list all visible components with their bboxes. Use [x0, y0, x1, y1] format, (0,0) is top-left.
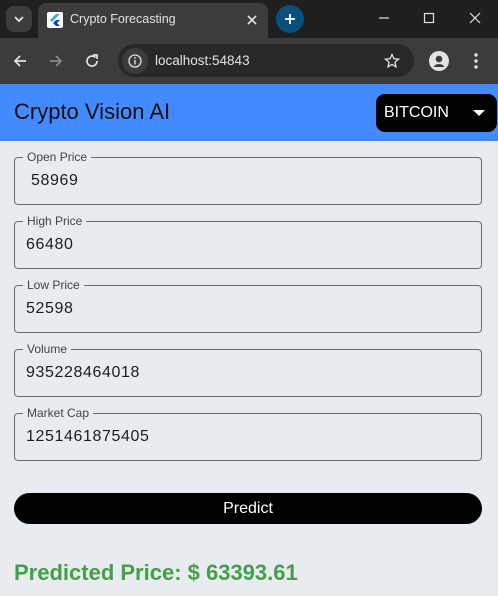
- profile-button[interactable]: [428, 50, 450, 72]
- predicted-price-text: Predicted Price: $ 63393.61: [14, 560, 298, 585]
- low-price-label: Low Price: [23, 277, 84, 293]
- bookmark-button[interactable]: [382, 51, 402, 71]
- market-cap-label: Market Cap: [23, 405, 94, 421]
- volume-value: 935228464018: [26, 364, 140, 381]
- market-cap-value: 1251461875405: [26, 428, 150, 445]
- arrow-right-icon: [50, 55, 63, 67]
- url-text: localhost:54843: [155, 53, 250, 68]
- volume-label: Volume: [23, 341, 72, 357]
- browser-menu-button[interactable]: [466, 50, 486, 72]
- tab-title: Crypto Forecasting: [70, 12, 176, 26]
- low-price-field[interactable]: Low Price 52598: [14, 277, 482, 333]
- high-price-value: 66480: [26, 236, 74, 253]
- reload-button[interactable]: [77, 46, 107, 76]
- coin-dropdown[interactable]: BITCOIN: [376, 94, 497, 132]
- info-icon: [128, 54, 142, 68]
- open-price-label: Open Price: [23, 149, 92, 165]
- window-close-button[interactable]: [453, 0, 497, 36]
- dropdown-arrow-icon: [473, 110, 485, 116]
- more-vert-icon: [474, 53, 478, 69]
- minimize-button[interactable]: [362, 0, 406, 36]
- star-icon: [384, 53, 400, 69]
- browser-tab[interactable]: Crypto Forecasting: [38, 3, 268, 38]
- profile-icon: [429, 51, 449, 71]
- high-price-field[interactable]: High Price 66480: [14, 213, 482, 269]
- low-price-value: 52598: [26, 300, 74, 317]
- coin-selected-label: BITCOIN: [384, 104, 449, 121]
- new-tab-button[interactable]: [276, 5, 304, 33]
- flutter-favicon-icon: [47, 12, 63, 28]
- plus-icon: [285, 14, 295, 24]
- chevron-down-icon: [14, 16, 24, 23]
- site-info-button[interactable]: [122, 48, 148, 74]
- tab-search-button[interactable]: [6, 6, 32, 32]
- volume-field[interactable]: Volume 935228464018: [14, 341, 482, 397]
- browser-toolbar: localhost:54843: [0, 38, 498, 84]
- reload-icon: [86, 54, 98, 67]
- open-price-value: 58969: [31, 172, 79, 189]
- predict-button[interactable]: Predict: [14, 493, 482, 524]
- back-button[interactable]: [5, 46, 35, 76]
- form-area: Open Price 58969 High Price 66480 Low Pr…: [0, 141, 498, 596]
- app-bar: Crypto Vision AI BITCOIN: [0, 84, 498, 141]
- browser-tab-strip: Crypto Forecasting: [0, 0, 498, 38]
- high-price-label: High Price: [23, 213, 87, 229]
- forward-button[interactable]: [41, 46, 71, 76]
- maximize-icon: [423, 12, 435, 24]
- minimize-icon: [379, 17, 389, 19]
- maximize-button[interactable]: [407, 0, 451, 36]
- tab-close-button[interactable]: [242, 10, 262, 30]
- market-cap-field[interactable]: Market Cap 1251461875405: [14, 405, 482, 461]
- address-bar[interactable]: localhost:54843: [118, 44, 414, 77]
- app-title: Crypto Vision AI: [14, 99, 171, 124]
- close-icon: [247, 15, 257, 25]
- open-price-field[interactable]: Open Price 58969: [14, 149, 482, 205]
- arrow-left-icon: [13, 55, 26, 67]
- close-icon: [469, 12, 481, 24]
